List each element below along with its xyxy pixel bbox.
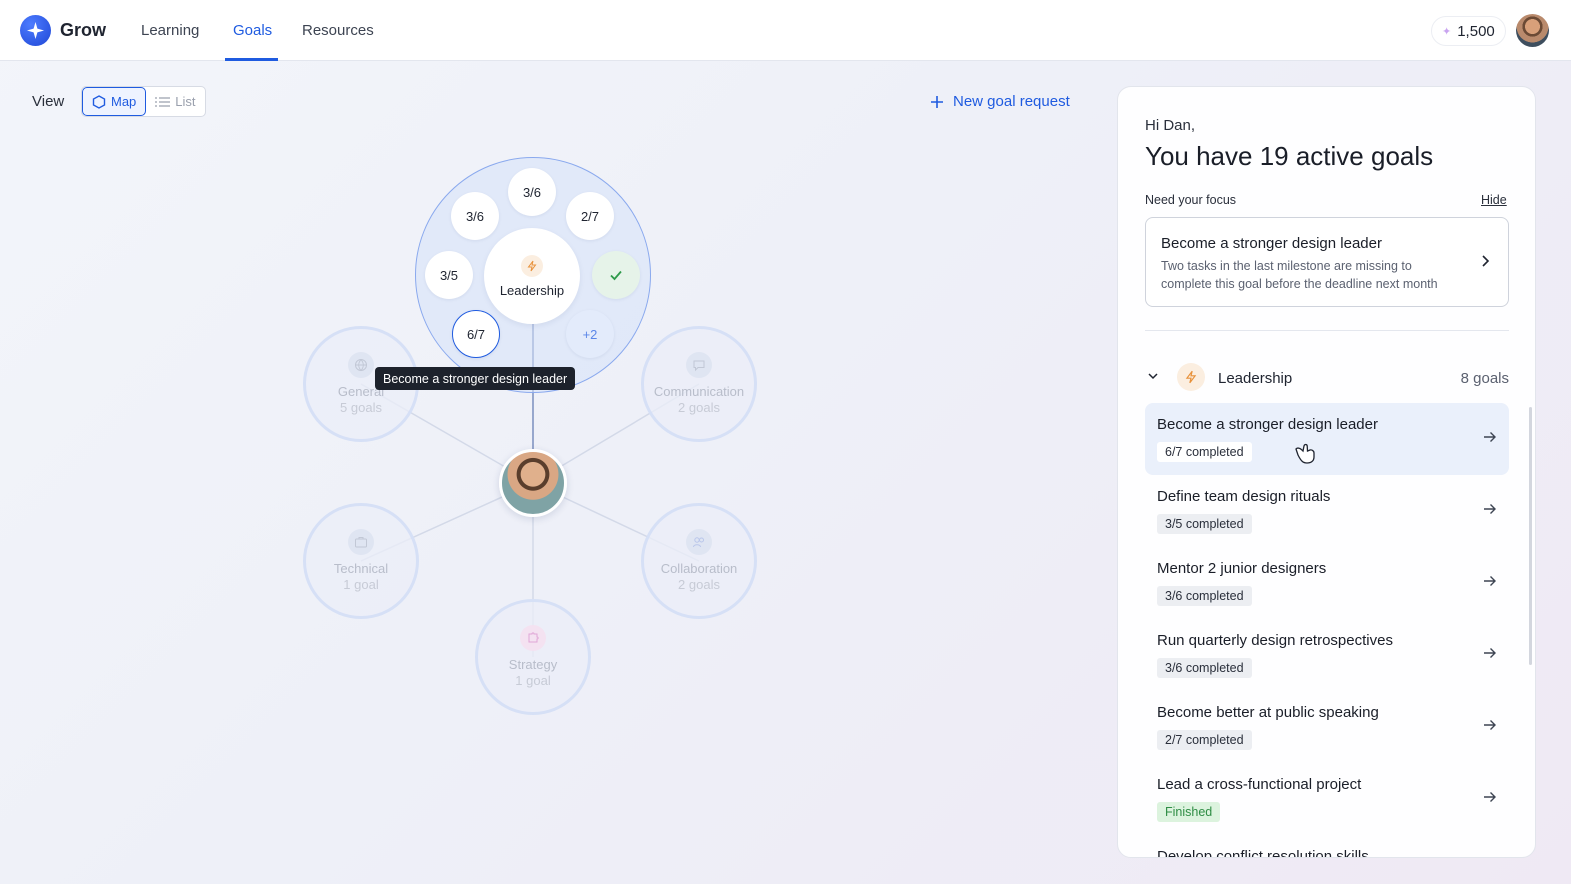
goal-list-item[interactable]: Become better at public speaking 2/7 com… [1145, 691, 1509, 763]
arrow-right-icon [1484, 576, 1496, 586]
goal-done-chip[interactable] [592, 251, 640, 299]
goal-title: Define team design rituals [1157, 488, 1331, 505]
category-collaboration[interactable]: Collaboration 2 goals [641, 503, 757, 619]
goal-title: Run quarterly design retrospectives [1157, 632, 1393, 649]
goals-panel: Hi Dan, You have 19 active goals Need yo… [1117, 86, 1536, 858]
user-avatar[interactable] [1516, 14, 1549, 47]
sparkle-icon: ✦ [1442, 25, 1452, 38]
globe-icon [348, 352, 374, 378]
goal-progress-chip[interactable]: 3/6 [451, 192, 499, 240]
puzzle-icon [520, 625, 546, 651]
goal-title: Lead a cross-functional project [1157, 776, 1362, 793]
category-strategy[interactable]: Strategy 1 goal [475, 599, 591, 715]
category-strategy-count: 1 goal [515, 673, 551, 688]
goal-progress-chip-selected[interactable]: 6/7 [452, 310, 500, 358]
focus-label: Need your focus [1145, 193, 1237, 207]
goal-title: Mentor 2 junior designers [1157, 560, 1327, 577]
goal-title: Develop conflict resolution skills [1157, 848, 1369, 858]
category-communication[interactable]: Communication 2 goals [641, 326, 757, 442]
divider [1145, 330, 1509, 331]
goal-progress-chip[interactable]: 2/7 [566, 192, 614, 240]
points-badge[interactable]: ✦ 1,500 [1431, 16, 1506, 46]
leadership-group-header[interactable]: Leadership 8 goals [1145, 361, 1509, 393]
arrow-right-icon [1484, 792, 1496, 802]
arrow-right-icon [1484, 504, 1496, 514]
group-count: 8 goals [1460, 370, 1509, 387]
arrow-right-icon [1484, 432, 1496, 442]
greeting: Hi Dan, [1145, 117, 1196, 134]
goal-list-item[interactable]: Define team design rituals 3/5 completed [1145, 475, 1509, 547]
user-avatar-node[interactable] [499, 449, 567, 517]
goal-status-badge: 3/6 completed [1157, 586, 1252, 606]
goal-list-item[interactable]: Become a stronger design leader 6/7 comp… [1145, 403, 1509, 475]
category-communication-name: Communication [653, 384, 745, 399]
chat-icon [686, 352, 712, 378]
goal-status-badge: 6/7 completed [1157, 442, 1252, 462]
panel-scrollbar[interactable] [1529, 407, 1532, 665]
focus-goal-card[interactable]: Become a stronger design leader Two task… [1145, 217, 1509, 307]
category-general-count: 5 goals [340, 400, 382, 415]
category-technical-name: Technical [333, 561, 389, 576]
map-connectors [360, 324, 700, 657]
hide-link[interactable]: Hide [1481, 193, 1507, 207]
goal-status-badge: 3/6 completed [1157, 658, 1252, 678]
category-collaboration-name: Collaboration [660, 561, 738, 576]
active-goals-headline: You have 19 active goals [1145, 141, 1434, 171]
goal-status-badge: 3/5 completed [1157, 514, 1252, 534]
people-icon [686, 529, 712, 555]
category-technical-count: 1 goal [343, 577, 379, 592]
more-goals-chip[interactable]: +2 [566, 310, 614, 358]
group-name: Leadership [1218, 370, 1293, 387]
goal-list-item[interactable]: Lead a cross-functional project Finished [1145, 763, 1509, 835]
goal-title: Become better at public speaking [1157, 704, 1379, 721]
focus-goal-title: Become a stronger design leader [1161, 235, 1382, 252]
goal-list-item[interactable]: Develop conflict resolution skills [1145, 835, 1509, 858]
chevron-right-icon [1482, 255, 1490, 267]
goal-tooltip: Become a stronger design leader [375, 367, 576, 390]
hand-cursor-icon [1295, 443, 1315, 464]
focus-goal-desc: Two tasks in the last milestone are miss… [1161, 259, 1438, 291]
chevron-down-icon [1148, 373, 1158, 380]
briefcase-icon [348, 529, 374, 555]
arrow-right-icon [1484, 720, 1496, 730]
goal-status-badge: 2/7 completed [1157, 730, 1252, 750]
category-collaboration-count: 2 goals [678, 577, 720, 592]
goal-list-item[interactable]: Run quarterly design retrospectives 3/6 … [1145, 619, 1509, 691]
category-technical[interactable]: Technical 1 goal [303, 503, 419, 619]
bolt-icon [521, 254, 543, 277]
goal-title: Become a stronger design leader [1157, 416, 1378, 433]
check-icon [610, 270, 622, 281]
goal-progress-chip[interactable]: 3/6 [508, 168, 556, 216]
goal-status-badge: Finished [1157, 802, 1221, 822]
arrow-right-icon [1484, 648, 1496, 658]
leadership-center-label: Leadership [499, 282, 565, 298]
leadership-center-node[interactable]: Leadership [484, 228, 580, 324]
points-value: 1,500 [1457, 22, 1495, 40]
goal-list-item[interactable]: Mentor 2 junior designers 3/6 completed [1145, 547, 1509, 619]
category-strategy-name: Strategy [508, 657, 558, 672]
goal-progress-chip[interactable]: 3/5 [425, 251, 473, 299]
category-communication-count: 2 goals [678, 400, 720, 415]
bolt-icon [1177, 363, 1205, 391]
